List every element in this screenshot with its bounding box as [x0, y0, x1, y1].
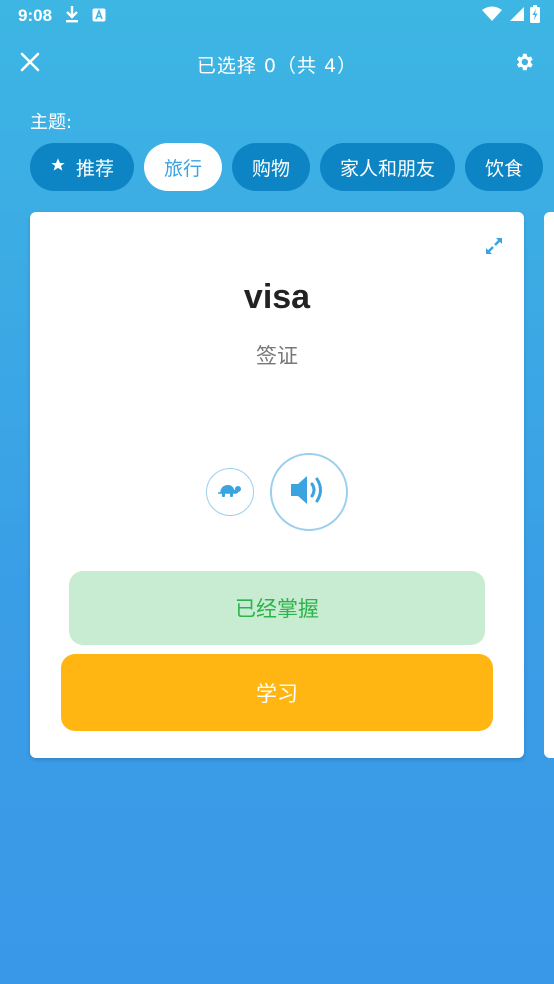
learn-button[interactable]: 学习: [61, 654, 493, 731]
chip-label: 饮食: [485, 157, 524, 180]
flashcard[interactable]: visa 签证 已经掌握 学习: [30, 212, 524, 758]
flashcard-word: visa: [243, 278, 311, 316]
chip-label: 推荐: [76, 157, 115, 180]
chip-recommended[interactable]: 推荐: [30, 143, 135, 191]
speak-button[interactable]: [270, 453, 348, 531]
mastered-button[interactable]: 已经掌握: [69, 571, 485, 645]
app-notification-icon: [92, 7, 106, 26]
gear-icon: [513, 51, 535, 77]
chip-shopping[interactable]: 购物: [232, 143, 311, 191]
download-icon: [64, 5, 80, 27]
topic-chips: 推荐 旅行 购物 家人和朋友 饮食: [30, 143, 554, 191]
turtle-icon: [217, 481, 243, 503]
expand-icon: [482, 238, 506, 262]
battery-charging-icon: [530, 5, 540, 27]
chip-label: 家人和朋友: [340, 157, 436, 180]
chip-family-friends[interactable]: 家人和朋友: [320, 143, 456, 191]
settings-button[interactable]: [510, 50, 538, 78]
speaker-icon: [289, 473, 329, 511]
status-bar: 9:08: [0, 0, 554, 32]
wifi-icon: [482, 6, 502, 26]
close-icon: [20, 52, 40, 76]
star-icon: [50, 156, 66, 178]
chip-travel[interactable]: 旅行: [144, 143, 223, 191]
status-time: 9:08: [18, 6, 53, 25]
app-bar: 已选择 0（共 4）: [0, 36, 554, 92]
close-button[interactable]: [16, 50, 44, 78]
chip-label: 购物: [252, 157, 291, 180]
slow-audio-button[interactable]: [206, 468, 254, 516]
flashcard-translation: 签证: [256, 344, 298, 368]
expand-button[interactable]: [482, 234, 506, 258]
topic-label: 主题:: [30, 112, 73, 133]
chip-food[interactable]: 饮食: [465, 143, 544, 191]
next-flashcard[interactable]: [544, 212, 554, 758]
chip-label: 旅行: [164, 157, 203, 180]
page-title: 已选择 0（共 4）: [196, 54, 358, 77]
cellular-signal-icon: [508, 6, 524, 26]
